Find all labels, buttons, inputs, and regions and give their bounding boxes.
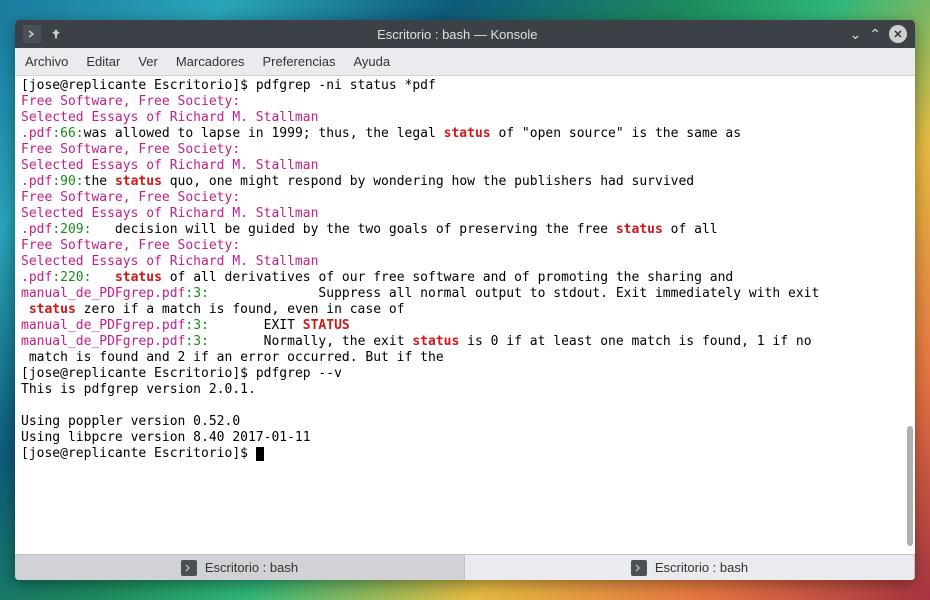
filename: .pdf xyxy=(21,222,52,237)
filename: manual_de_PDFgrep.pdf xyxy=(21,318,185,333)
line-number: :220: xyxy=(52,270,91,285)
output-line: This is pdfgrep version 2.0.1. xyxy=(21,382,909,398)
output-line: Selected Essays of Richard M. Stallman xyxy=(21,110,909,126)
prompt-icon[interactable] xyxy=(23,25,41,43)
menu-archivo[interactable]: Archivo xyxy=(25,54,68,69)
output-line: Free Software, Free Society: xyxy=(21,142,909,158)
tabbar: Escritorio : bash Escritorio : bash xyxy=(15,554,915,580)
output-line: Free Software, Free Society: xyxy=(21,94,909,110)
scrollbar[interactable] xyxy=(907,426,913,546)
prompt: [jose@replicante Escritorio]$ xyxy=(21,366,256,381)
match-text: was allowed to lapse in 1999; thus, the … xyxy=(84,126,444,141)
konsole-window: Escritorio : bash — Konsole ⌄ ⌃ ✕ Archiv… xyxy=(15,20,915,580)
output-line: Using libpcre version 8.40 2017-01-11 xyxy=(21,430,909,446)
output-line: Selected Essays of Richard M. Stallman xyxy=(21,254,909,270)
match-highlight: status xyxy=(29,302,76,317)
output-line: Using poppler version 0.52.0 xyxy=(21,414,909,430)
terminal-icon xyxy=(181,560,197,576)
line-number: :3: xyxy=(185,318,208,333)
match-text: of all xyxy=(663,222,718,237)
tab-2[interactable]: Escritorio : bash xyxy=(465,555,915,580)
filename: .pdf xyxy=(21,126,52,141)
match-highlight: status xyxy=(616,222,663,237)
filename: .pdf xyxy=(21,270,52,285)
command-text: pdfgrep -ni status *pdf xyxy=(256,78,436,93)
match-highlight: status xyxy=(115,270,162,285)
tab-label: Escritorio : bash xyxy=(205,560,298,575)
match-text: zero if a match is found, even in case o… xyxy=(76,302,405,317)
cursor xyxy=(256,447,264,461)
match-highlight: status xyxy=(115,174,162,189)
prompt: [jose@replicante Escritorio]$ xyxy=(21,446,256,461)
match-text: the xyxy=(84,174,115,189)
match-text: of "open source" is the same as xyxy=(491,126,741,141)
tab-label: Escritorio : bash xyxy=(655,560,748,575)
match-text: is 0 if at least one match is found, 1 i… xyxy=(459,334,811,349)
prompt: [jose@replicante Escritorio]$ xyxy=(21,78,256,93)
menu-preferencias[interactable]: Preferencias xyxy=(262,54,335,69)
match-highlight: status xyxy=(412,334,459,349)
filename: manual_de_PDFgrep.pdf xyxy=(21,286,185,301)
match-text: Normally, the exit xyxy=(209,334,413,349)
menu-marcadores[interactable]: Marcadores xyxy=(176,54,245,69)
match-text: match is found and 2 if an error occurre… xyxy=(21,350,444,365)
minimize-icon[interactable]: ⌄ xyxy=(850,26,862,43)
output-line: Selected Essays of Richard M. Stallman xyxy=(21,158,909,174)
line-number: :209: xyxy=(52,222,91,237)
menu-editar[interactable]: Editar xyxy=(86,54,120,69)
terminal-icon xyxy=(631,560,647,576)
match-text: Suppress all normal output to stdout. Ex… xyxy=(209,286,819,301)
match-highlight: status xyxy=(444,126,491,141)
output-line: Selected Essays of Richard M. Stallman xyxy=(21,206,909,222)
window-title: Escritorio : bash — Konsole xyxy=(65,27,850,42)
titlebar-controls: ⌄ ⌃ ✕ xyxy=(850,25,907,43)
line-number: :3: xyxy=(185,334,208,349)
match-text: of all derivatives of our free software … xyxy=(162,270,733,285)
menu-ayuda[interactable]: Ayuda xyxy=(353,54,390,69)
command-text: pdfgrep --v xyxy=(256,366,342,381)
match-text: quo, one might respond by wondering how … xyxy=(162,174,694,189)
output-line: Free Software, Free Society: xyxy=(21,190,909,206)
match-text: EXIT xyxy=(209,318,303,333)
filename: manual_de_PDFgrep.pdf xyxy=(21,334,185,349)
maximize-icon[interactable]: ⌃ xyxy=(869,26,881,43)
close-icon[interactable]: ✕ xyxy=(889,25,907,43)
output-line: Free Software, Free Society: xyxy=(21,238,909,254)
terminal-area[interactable]: [jose@replicante Escritorio]$ pdfgrep -n… xyxy=(15,76,915,554)
menu-ver[interactable]: Ver xyxy=(138,54,158,69)
menubar: Archivo Editar Ver Marcadores Preferenci… xyxy=(15,48,915,76)
filename: .pdf xyxy=(21,174,52,189)
pin-icon[interactable] xyxy=(47,25,65,43)
match-highlight: STATUS xyxy=(303,318,350,333)
titlebar-left xyxy=(23,25,65,43)
match-text xyxy=(21,302,29,317)
match-text: decision will be guided by the two goals… xyxy=(91,222,615,237)
line-number: :90: xyxy=(52,174,83,189)
match-text xyxy=(91,270,114,285)
tab-1[interactable]: Escritorio : bash xyxy=(15,555,465,580)
titlebar[interactable]: Escritorio : bash — Konsole ⌄ ⌃ ✕ xyxy=(15,20,915,48)
line-number: :66: xyxy=(52,126,83,141)
line-number: :3: xyxy=(185,286,208,301)
